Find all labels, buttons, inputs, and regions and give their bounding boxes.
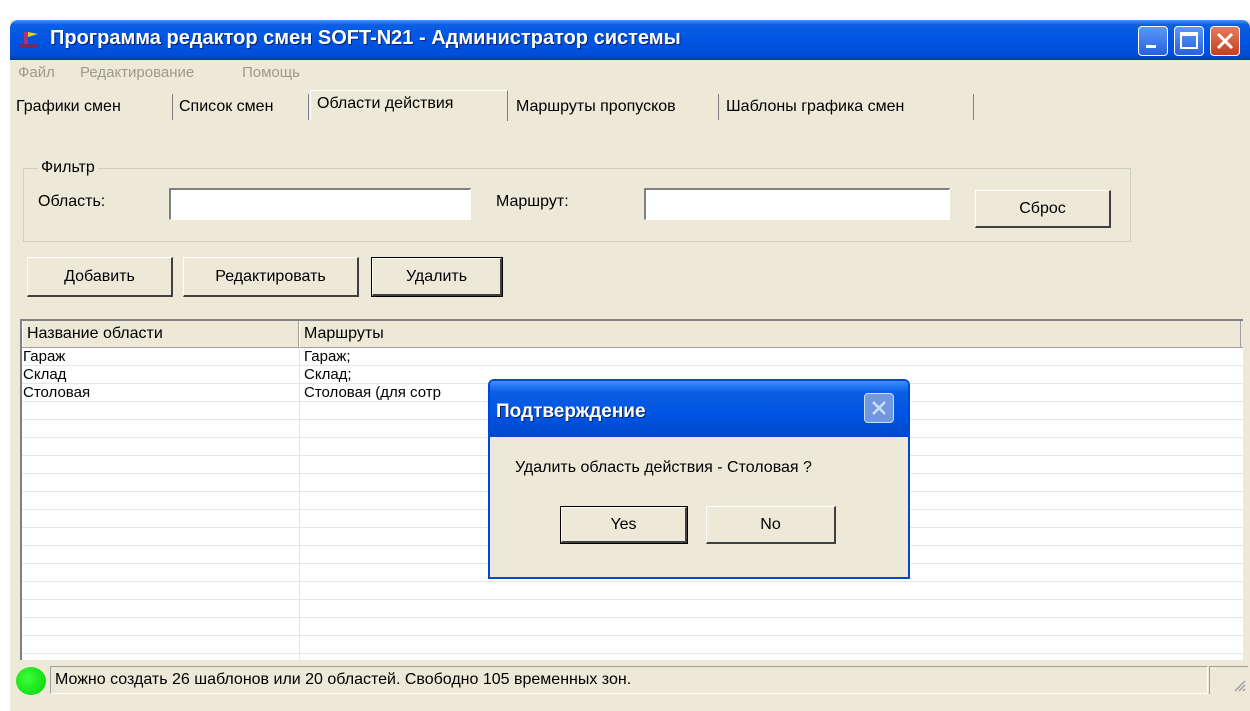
status-panel-extra (1209, 666, 1248, 694)
tab-pass-routes[interactable]: Маршруты пропусков (510, 94, 719, 120)
status-led-icon (16, 667, 46, 695)
app-icon (20, 32, 38, 48)
close-icon (1216, 32, 1234, 50)
dialog-title-bar[interactable]: Подтверждение (490, 381, 908, 437)
cell-routes: Гараж; (304, 348, 351, 365)
yes-button[interactable]: Yes (560, 506, 688, 544)
area-filter-input[interactable] (169, 188, 471, 220)
tab-action-areas[interactable]: Области действия (310, 90, 508, 121)
dialog-title: Подтверждение (496, 401, 646, 422)
cell-area-name: Столовая (23, 384, 91, 401)
route-filter-input[interactable] (644, 188, 950, 220)
table-row-empty (22, 600, 1243, 618)
table-row-empty (22, 582, 1243, 600)
menu-edit[interactable]: Редактирование (80, 64, 194, 81)
maximize-icon (1180, 32, 1198, 49)
column-routes[interactable]: Маршруты (299, 321, 1241, 347)
status-text: Можно создать 26 шаблонов или 20 областе… (50, 666, 1208, 694)
table-row-empty (22, 636, 1243, 654)
status-bar: Можно создать 26 шаблонов или 20 областе… (10, 665, 1250, 697)
table-row[interactable]: Гараж Гараж; (22, 348, 1243, 366)
cell-routes: Склад; (304, 366, 352, 383)
dialog-message: Удалить область действия - Столовая ? (515, 459, 812, 476)
close-button[interactable] (1210, 26, 1240, 56)
menu-bar: Файл Редактирование Помощь (10, 60, 1250, 86)
column-area-name[interactable]: Название области (22, 321, 299, 347)
table-header: Название области Маршруты (22, 321, 1243, 348)
tab-shift-schedules[interactable]: Графики смен (10, 94, 173, 120)
title-bar[interactable]: Программа редактор смен SOFT-N21 - Админ… (10, 20, 1250, 60)
area-label: Область: (38, 193, 106, 210)
edit-button[interactable]: Редактировать (183, 257, 359, 297)
tab-shift-templates[interactable]: Шаблоны графика смен (720, 94, 974, 120)
cell-area-name: Гараж (23, 348, 66, 365)
menu-file[interactable]: Файл (18, 64, 55, 81)
cell-routes: Столовая (для сотр (304, 384, 441, 401)
menu-help[interactable]: Помощь (242, 64, 300, 81)
minimize-icon (1146, 45, 1156, 48)
delete-button[interactable]: Удалить (371, 257, 503, 297)
table-row-empty (22, 618, 1243, 636)
app-window: Программа редактор смен SOFT-N21 - Админ… (10, 20, 1250, 711)
window-title: Программа редактор смен SOFT-N21 - Админ… (50, 27, 681, 49)
route-label: Маршрут: (496, 193, 569, 210)
dialog-close-button[interactable] (864, 393, 894, 423)
resize-grip-icon[interactable] (1232, 678, 1246, 692)
add-button[interactable]: Добавить (27, 257, 173, 297)
no-button[interactable]: No (706, 506, 836, 544)
minimize-button[interactable] (1138, 26, 1168, 56)
reset-button[interactable]: Сброс (975, 190, 1111, 228)
cell-area-name: Склад (23, 366, 67, 383)
close-icon (872, 401, 886, 415)
tab-shift-list[interactable]: Список смен (173, 94, 309, 120)
maximize-button[interactable] (1174, 26, 1204, 56)
confirm-dialog: Подтверждение Удалить область действия -… (488, 379, 910, 579)
filter-legend: Фильтр (38, 159, 98, 177)
